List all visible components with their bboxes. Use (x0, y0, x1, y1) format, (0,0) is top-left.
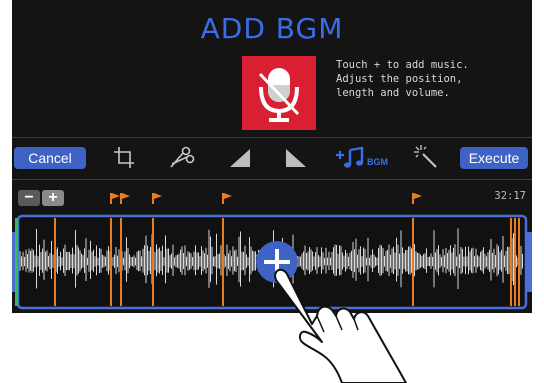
cancel-button[interactable]: Cancel (14, 147, 86, 169)
marker-flags (110, 193, 422, 204)
execute-button[interactable]: Execute (460, 147, 528, 169)
bgm-icon-box (242, 56, 316, 130)
hint-text: Touch + to add music. Adjust the positio… (336, 58, 469, 100)
marker-line (110, 218, 112, 306)
divider (12, 179, 532, 180)
playhead[interactable] (15, 218, 18, 306)
scissors-icon (170, 146, 195, 168)
fade-in-icon (230, 149, 250, 167)
duration-label: 32:17 (494, 190, 526, 202)
divider (12, 137, 532, 138)
range-end-handle[interactable] (527, 232, 532, 292)
add-bgm-button[interactable]: BGM (334, 143, 394, 171)
marker-line (152, 218, 154, 306)
hint-line: length and volume. (336, 87, 450, 99)
microphone-icon (258, 68, 300, 122)
magic-wand-icon (414, 145, 437, 168)
marker-line (222, 218, 224, 306)
fade-out-button[interactable] (282, 143, 312, 171)
bgm-label: BGM (367, 157, 388, 167)
marker-flag-icon[interactable] (152, 193, 162, 204)
marker-line (510, 218, 512, 306)
marker-flag-icon[interactable] (120, 193, 130, 204)
marker-flag-icon[interactable] (222, 193, 232, 204)
page-title: ADD BGM (200, 12, 344, 45)
hand-pointer-icon (274, 268, 407, 383)
hint-line: Touch + to add music. (336, 59, 469, 71)
crop-icon (114, 147, 134, 168)
marker-flag-icon[interactable] (110, 193, 120, 204)
marker-flag-icon[interactable] (412, 193, 422, 204)
hint-line: Adjust the position, (336, 73, 463, 85)
marker-line (120, 218, 122, 306)
crop-tool-button[interactable] (110, 143, 140, 171)
marker-line (514, 218, 516, 306)
fade-in-button[interactable] (226, 143, 256, 171)
marker-line (518, 218, 520, 306)
auto-bgm-button[interactable] (412, 143, 442, 171)
fade-out-icon (286, 149, 306, 167)
marker-line (54, 218, 56, 306)
cut-tool-button[interactable] (166, 143, 196, 171)
